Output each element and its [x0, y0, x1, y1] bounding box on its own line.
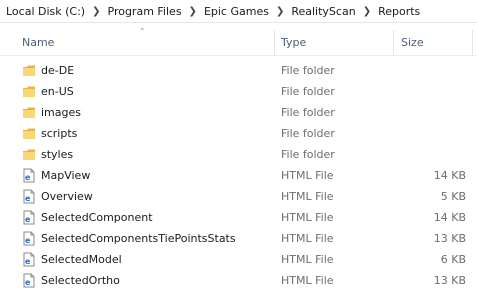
file-type: HTML File: [281, 211, 334, 224]
file-type: HTML File: [281, 190, 334, 203]
svg-text:e: e: [25, 257, 31, 266]
svg-text:e: e: [25, 215, 31, 224]
file-list: de-DE File folder en-US File folder images Fi…: [0, 60, 477, 291]
file-row[interactable]: e SelectedOrtho HTML File 13 KB: [0, 270, 477, 291]
svg-text:e: e: [25, 278, 31, 287]
breadcrumb-program-files[interactable]: Program Files: [108, 5, 182, 18]
file-row[interactable]: images File folder: [0, 102, 477, 123]
file-type: File folder: [281, 85, 335, 98]
file-size: 13 KB: [433, 232, 466, 245]
folder-icon: [22, 147, 36, 162]
breadcrumb-reports[interactable]: Reports: [378, 5, 420, 18]
file-type: HTML File: [281, 169, 334, 182]
file-row[interactable]: de-DE File folder: [0, 60, 477, 81]
html-file-icon: e: [22, 273, 36, 288]
file-size: 14 KB: [433, 211, 466, 224]
file-size: 14 KB: [433, 169, 466, 182]
file-name: MapView: [41, 169, 91, 182]
svg-text:e: e: [25, 173, 31, 182]
html-file-icon: e: [22, 252, 36, 267]
file-row[interactable]: e Overview HTML File 5 KB: [0, 186, 477, 207]
file-type: File folder: [281, 148, 335, 161]
file-row[interactable]: e SelectedComponent HTML File 14 KB: [0, 207, 477, 228]
file-name: SelectedModel: [41, 253, 122, 266]
chevron-right-icon[interactable]: ❯: [363, 6, 371, 17]
folder-icon: [22, 105, 36, 120]
file-name: Overview: [41, 190, 93, 203]
breadcrumb-epic-games[interactable]: Epic Games: [204, 5, 269, 18]
column-header-row: ˄ Name Type Size: [0, 28, 477, 56]
file-name: SelectedComponentsTiePointsStats: [41, 232, 236, 245]
column-header-size[interactable]: Size: [401, 36, 424, 49]
file-type: File folder: [281, 106, 335, 119]
html-file-icon: e: [22, 168, 36, 183]
file-name: SelectedComponent: [41, 211, 153, 224]
file-size: 6 KB: [440, 253, 466, 266]
file-name: de-DE: [41, 64, 75, 77]
file-row[interactable]: en-US File folder: [0, 81, 477, 102]
file-size: 5 KB: [440, 190, 466, 203]
column-header-name[interactable]: Name: [22, 36, 54, 49]
file-name: en-US: [41, 85, 74, 98]
column-divider[interactable]: [472, 30, 473, 55]
folder-icon: [22, 126, 36, 141]
chevron-right-icon[interactable]: ❯: [276, 6, 284, 17]
file-name: styles: [41, 148, 74, 161]
html-file-icon: e: [22, 189, 36, 204]
sort-ascending-icon: ˄: [140, 28, 145, 38]
file-row[interactable]: styles File folder: [0, 144, 477, 165]
breadcrumb: Local Disk (C:) ❯ Program Files ❯ Epic G…: [0, 0, 477, 23]
chevron-right-icon[interactable]: ❯: [189, 6, 197, 17]
file-row[interactable]: e MapView HTML File 14 KB: [0, 165, 477, 186]
file-name: scripts: [41, 127, 78, 140]
file-type: HTML File: [281, 253, 334, 266]
html-file-icon: e: [22, 231, 36, 246]
column-divider[interactable]: [393, 30, 394, 55]
breadcrumb-realityscan[interactable]: RealityScan: [291, 5, 355, 18]
file-type: HTML File: [281, 274, 334, 287]
svg-text:e: e: [25, 194, 31, 203]
folder-icon: [22, 63, 36, 78]
column-divider[interactable]: [274, 30, 275, 55]
html-file-icon: e: [22, 210, 36, 225]
file-row[interactable]: scripts File folder: [0, 123, 477, 144]
file-name: SelectedOrtho: [41, 274, 120, 287]
file-size: 13 KB: [433, 274, 466, 287]
file-type: HTML File: [281, 232, 334, 245]
file-row[interactable]: e SelectedComponentsTiePointsStats HTML Fi…: [0, 228, 477, 249]
file-type: File folder: [281, 64, 335, 77]
file-name: images: [41, 106, 81, 119]
breadcrumb-local-disk[interactable]: Local Disk (C:): [6, 5, 85, 18]
svg-text:e: e: [25, 236, 31, 245]
column-header-type[interactable]: Type: [281, 36, 306, 49]
file-type: File folder: [281, 127, 335, 140]
chevron-right-icon[interactable]: ❯: [92, 6, 100, 17]
folder-icon: [22, 84, 36, 99]
file-row[interactable]: e SelectedModel HTML File 6 KB: [0, 249, 477, 270]
